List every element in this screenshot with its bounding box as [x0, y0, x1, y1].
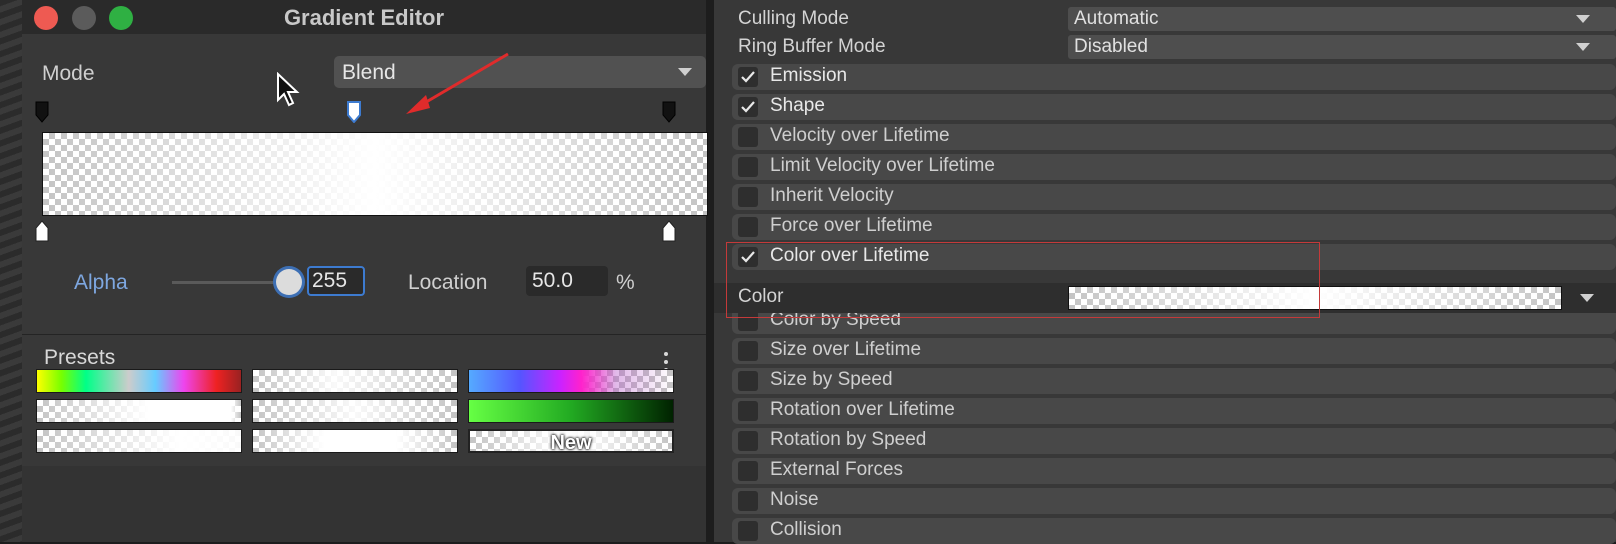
module-label: Noise	[770, 489, 819, 510]
preset-swatch[interactable]	[252, 369, 458, 393]
mode-value: Blend	[342, 61, 396, 84]
module-row[interactable]: Size by Speed	[732, 368, 1616, 394]
preset-swatch[interactable]	[36, 429, 242, 453]
module-checkbox[interactable]	[738, 491, 758, 511]
ring-buffer-mode-dropdown[interactable]: Disabled	[1068, 35, 1616, 59]
new-preset-label: New	[550, 432, 592, 453]
module-checkbox[interactable]	[738, 371, 758, 391]
mouse-cursor-icon	[277, 72, 300, 107]
mode-label: Mode	[42, 62, 95, 85]
module-label: External Forces	[770, 459, 904, 480]
preset-swatch[interactable]	[468, 369, 674, 393]
culling-mode-label: Culling Mode	[738, 8, 849, 29]
module-checkbox[interactable]	[738, 521, 758, 541]
module-row[interactable]: Size over Lifetime	[732, 338, 1616, 364]
culling-mode-value: Automatic	[1074, 8, 1159, 29]
module-row[interactable]: Emission	[732, 64, 1616, 90]
module-checkbox-checked[interactable]	[738, 97, 758, 117]
alpha-slider-track[interactable]	[172, 281, 286, 284]
preset-swatch[interactable]	[468, 399, 674, 423]
divider	[22, 334, 706, 335]
preset-swatch[interactable]	[36, 369, 242, 393]
window-titlebar: Gradient Editor	[22, 0, 706, 34]
checkmark-icon	[741, 251, 755, 263]
module-checkbox[interactable]	[738, 341, 758, 361]
module-checkbox[interactable]	[738, 187, 758, 207]
presets-heading: Presets	[44, 346, 116, 369]
color-label: Color	[738, 286, 784, 307]
preset-swatch[interactable]	[252, 429, 458, 453]
gradient-preview[interactable]	[42, 132, 708, 216]
module-label: Color over Lifetime	[770, 245, 930, 266]
module-label: Size over Lifetime	[770, 339, 922, 360]
location-value-field[interactable]: 50.0	[526, 266, 608, 296]
module-label: Rotation by Speed	[770, 429, 927, 450]
module-row[interactable]: External Forces	[732, 458, 1616, 484]
module-checkbox[interactable]	[738, 157, 758, 177]
color-property-row: Color	[714, 283, 1616, 313]
module-checkbox[interactable]	[738, 127, 758, 147]
checkmark-icon	[741, 71, 755, 83]
module-row[interactable]: Rotation by Speed	[732, 428, 1616, 454]
module-checkbox-checked[interactable]	[738, 67, 758, 87]
module-checkbox[interactable]	[738, 401, 758, 421]
module-row[interactable]: Collision	[732, 518, 1616, 544]
scene-backdrop	[0, 0, 24, 542]
module-row[interactable]: Limit Velocity over Lifetime	[732, 154, 1616, 180]
module-row[interactable]: Color over Lifetime	[732, 244, 1616, 270]
module-label: Rotation over Lifetime	[770, 399, 955, 420]
module-label: Emission	[770, 65, 848, 86]
alpha-stop-right[interactable]	[662, 101, 676, 123]
alpha-stop-left[interactable]	[35, 101, 49, 123]
alpha-stop-selected[interactable]	[347, 101, 361, 123]
chevron-down-icon	[1576, 15, 1590, 23]
checkmark-icon	[741, 101, 755, 113]
chevron-down-icon[interactable]	[1580, 294, 1594, 302]
editor-footer	[22, 466, 706, 542]
color-stop-left[interactable]	[35, 220, 49, 242]
module-checkbox[interactable]	[738, 311, 758, 331]
module-row[interactable]: Force over Lifetime	[732, 214, 1616, 240]
new-preset-button[interactable]: New	[468, 429, 674, 453]
module-label: Limit Velocity over Lifetime	[770, 155, 995, 176]
module-label: Force over Lifetime	[770, 215, 933, 236]
module-label: Velocity over Lifetime	[770, 125, 950, 146]
module-label: Shape	[770, 95, 825, 116]
ring-buffer-mode-label: Ring Buffer Mode	[738, 36, 886, 57]
module-checkbox[interactable]	[738, 217, 758, 237]
module-label: Size by Speed	[770, 369, 893, 390]
culling-mode-dropdown[interactable]: Automatic	[1068, 7, 1616, 31]
chevron-down-icon	[1576, 43, 1590, 51]
location-label: Location	[408, 271, 488, 294]
module-row[interactable]: Noise	[732, 488, 1616, 514]
module-label: Collision	[770, 519, 842, 540]
gradient-editor-window: Gradient Editor Mode Blend Alpha 255 Loc…	[22, 0, 708, 542]
preset-swatch[interactable]	[252, 399, 458, 423]
module-label: Inherit Velocity	[770, 185, 894, 206]
module-row[interactable]: Rotation over Lifetime	[732, 398, 1616, 424]
module-row[interactable]: Velocity over Lifetime	[732, 124, 1616, 150]
particle-system-inspector: Culling Mode Automatic Ring Buffer Mode …	[714, 0, 1616, 544]
preset-swatch[interactable]	[36, 399, 242, 423]
annotation-arrow-icon	[406, 52, 509, 114]
alpha-slider-handle[interactable]	[276, 269, 302, 295]
window-title: Gradient Editor	[283, 5, 445, 30]
module-row[interactable]: Shape	[732, 94, 1616, 120]
color-gradient-field[interactable]	[1068, 286, 1562, 310]
ring-buffer-mode-value: Disabled	[1074, 36, 1148, 57]
chevron-down-icon	[678, 68, 692, 76]
alpha-value-field[interactable]: 255	[307, 266, 365, 296]
module-row[interactable]: Inherit Velocity	[732, 184, 1616, 210]
module-checkbox-checked[interactable]	[738, 247, 758, 267]
color-stop-right[interactable]	[662, 220, 676, 242]
module-checkbox[interactable]	[738, 461, 758, 481]
alpha-label: Alpha	[74, 271, 128, 294]
module-checkbox[interactable]	[738, 431, 758, 451]
location-unit: %	[616, 271, 635, 294]
